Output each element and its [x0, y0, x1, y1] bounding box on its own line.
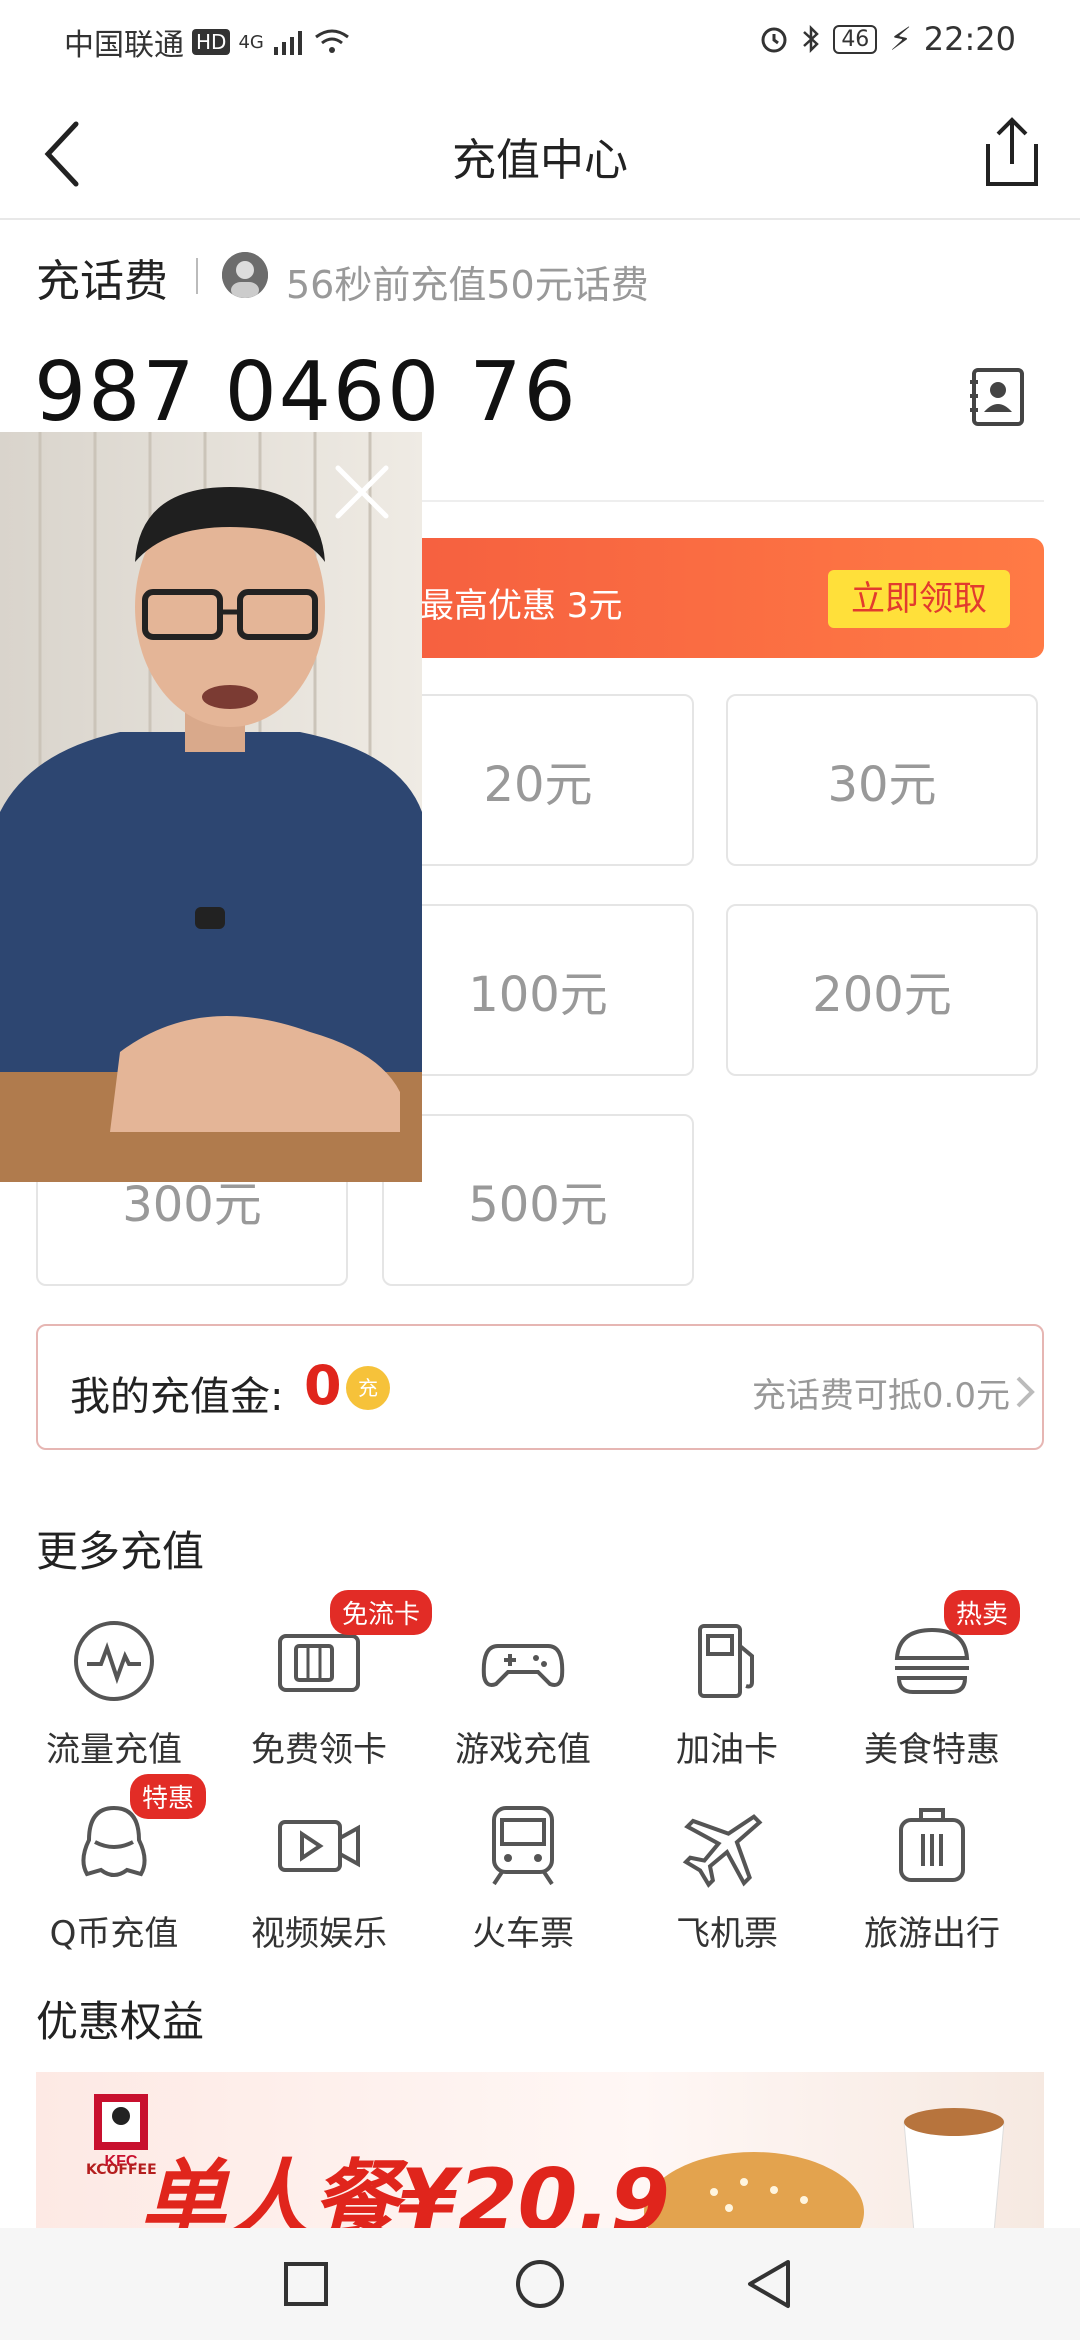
video-overlay[interactable]	[0, 432, 422, 1182]
item-fuel-card[interactable]: 加油卡	[627, 1616, 827, 1771]
close-icon[interactable]	[330, 460, 394, 524]
badge-hot: 热卖	[944, 1590, 1021, 1635]
video-icon	[278, 1820, 360, 1872]
item-flight[interactable]: 飞机票	[627, 1800, 827, 1955]
gold-value: 0	[304, 1354, 342, 1417]
status-bar: 中国联通 HD 4G 46 ⚡ 22:20	[0, 0, 1080, 80]
item-label: 火车票	[472, 1914, 574, 1954]
chevron-right-icon	[1016, 1376, 1035, 1408]
gold-deduct-text: 充话费可抵0.0元	[751, 1376, 1010, 1416]
item-food-deals[interactable]: 美食特惠	[832, 1616, 1032, 1771]
page-title: 充值中心	[452, 135, 628, 186]
badge-special: 特惠	[130, 1774, 207, 1819]
item-qcoin[interactable]: Q币充值	[14, 1800, 214, 1955]
benefits-title: 优惠权益	[36, 1997, 205, 2046]
item-label: 加油卡	[676, 1730, 778, 1770]
amount-500[interactable]: 500元	[382, 1114, 694, 1286]
divider	[196, 258, 198, 294]
suitcase-icon	[899, 1808, 965, 1882]
recharge-label: 充话费	[36, 256, 168, 307]
carrier-label: 中国联通	[64, 28, 184, 63]
bluetooth-icon	[803, 24, 820, 54]
item-label: 美食特惠	[864, 1730, 1000, 1770]
item-label: 飞机票	[676, 1914, 778, 1954]
home-circle-icon[interactable]	[514, 2258, 566, 2310]
amount-30[interactable]: 30元	[726, 694, 1038, 866]
contacts-icon[interactable]	[966, 366, 1028, 428]
system-nav-bar	[0, 2228, 1080, 2340]
promo-text: 最高优惠 3元	[420, 586, 623, 626]
more-recharge-title: 更多充值	[36, 1527, 205, 1576]
hd-badge: HD	[192, 29, 231, 55]
video-frame	[0, 432, 422, 1182]
badge-free-data: 免流卡	[330, 1590, 433, 1635]
phone-number-input[interactable]: 987 0460 76	[34, 345, 578, 440]
item-video[interactable]: 视频娱乐	[219, 1800, 419, 1955]
wifi-icon	[314, 29, 349, 53]
amount-200[interactable]: 200元	[726, 904, 1038, 1076]
recent-recharge-text: 56秒前充值50元话费	[286, 263, 649, 307]
alarm-icon	[761, 27, 787, 53]
item-label: 流量充值	[46, 1730, 182, 1770]
plane-icon	[682, 1814, 763, 1888]
amount-20[interactable]: 20元	[382, 694, 694, 866]
item-travel[interactable]: 旅游出行	[832, 1800, 1032, 1955]
gold-label: 我的充值金:	[70, 1374, 284, 1420]
fuel-pump-icon	[698, 1624, 754, 1698]
item-label: 旅游出行	[864, 1914, 1000, 1954]
gamepad-icon	[481, 1644, 565, 1687]
amount-100[interactable]: 100元	[382, 904, 694, 1076]
share-icon[interactable]	[980, 114, 1044, 190]
item-label: 免费领卡	[251, 1730, 387, 1770]
avatar	[222, 252, 268, 298]
item-train[interactable]: 火车票	[423, 1800, 623, 1955]
item-label: Q币充值	[49, 1914, 179, 1954]
train-icon	[492, 1806, 554, 1886]
item-label: 游戏充值	[455, 1730, 591, 1770]
status-left: 中国联通 HD 4G	[64, 20, 350, 64]
item-game-recharge[interactable]: 游戏充值	[423, 1616, 623, 1771]
coin-icon: 充	[346, 1366, 390, 1410]
status-right: 46 ⚡ 22:20	[759, 20, 1016, 58]
charging-icon: ⚡	[889, 20, 912, 58]
clock: 22:20	[923, 20, 1016, 58]
signal-icon	[273, 31, 302, 55]
battery-indicator: 46	[833, 24, 878, 54]
item-label: 视频娱乐	[251, 1914, 387, 1954]
item-free-card[interactable]: 免费领卡	[219, 1616, 419, 1771]
header: 充值中心	[0, 90, 1080, 220]
network-label: 4G	[238, 31, 264, 53]
item-data-recharge[interactable]: 流量充值	[14, 1616, 214, 1771]
pulse-icon	[74, 1621, 154, 1701]
back-triangle-icon[interactable]	[744, 2258, 796, 2310]
claim-button[interactable]: 立即领取	[828, 570, 1010, 628]
recents-square-icon[interactable]	[282, 2260, 330, 2308]
